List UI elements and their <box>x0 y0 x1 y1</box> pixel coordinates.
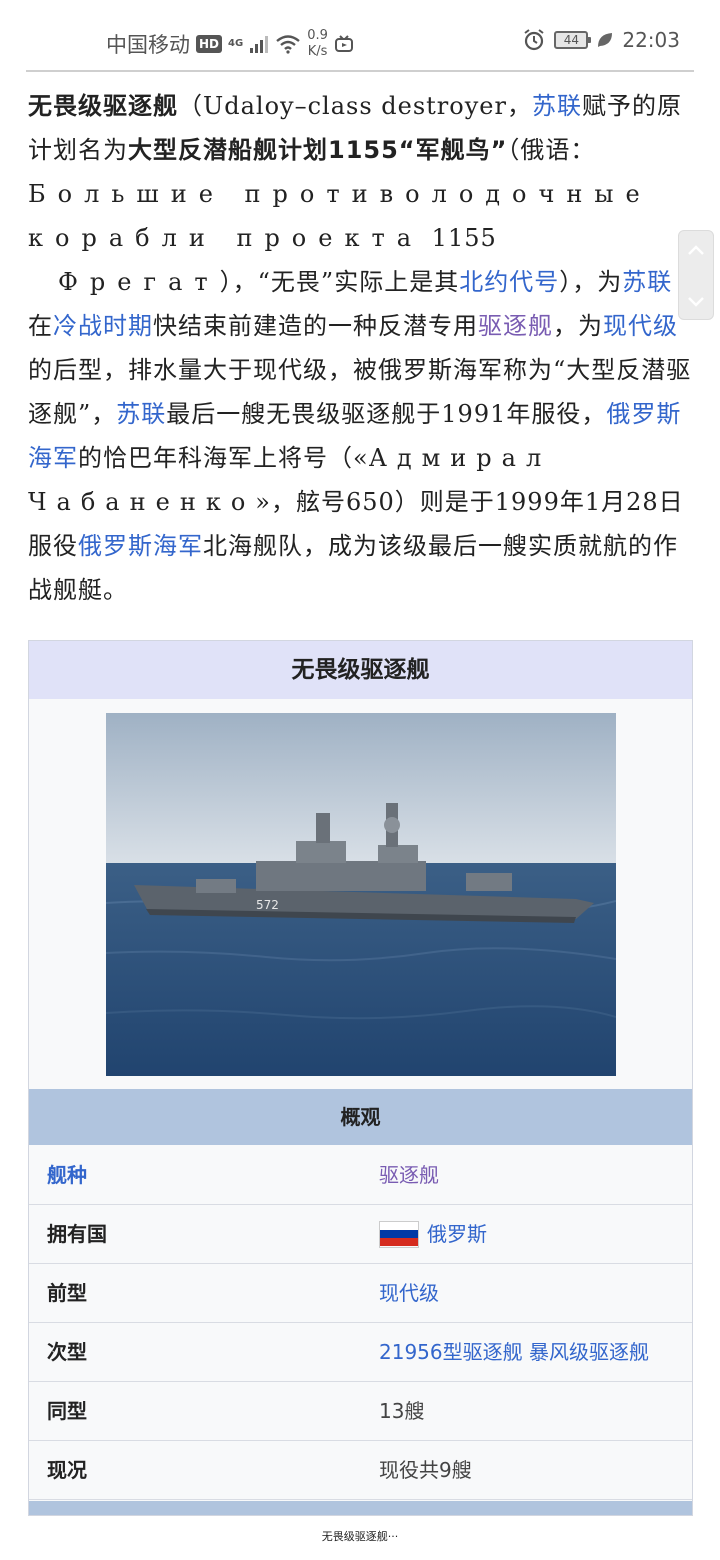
text-seg7: 快结束前建造的一种反潜专用 <box>153 312 478 340</box>
flag-stripe-white <box>380 1221 418 1230</box>
speed-value: 0.9 <box>307 28 328 43</box>
russia-flag-icon <box>379 1220 419 1248</box>
text-seg5: ），为 <box>559 268 623 296</box>
infobox-row-sister-ships: 同型 13艘 <box>29 1382 692 1441</box>
row-value-sister-ships: 13艘 <box>379 1399 425 1423</box>
row-value-owner[interactable]: 俄罗斯 <box>427 1205 487 1263</box>
row-value-owner-wrap: 俄罗斯 <box>379 1205 487 1263</box>
row-label-owner: 拥有国 <box>47 1222 107 1246</box>
ship-photo[interactable]: 572 <box>106 713 616 1076</box>
link-sulian[interactable]: 苏联 <box>622 268 672 296</box>
text-seg3: （俄语： <box>507 136 596 164</box>
alarm-icon <box>524 29 544 51</box>
text-seg6: 在 <box>28 312 53 340</box>
chevron-up-icon[interactable] <box>687 241 705 259</box>
row-value-successor[interactable]: 21956型驱逐舰 暴风级驱逐舰 <box>379 1323 649 1381</box>
link-sulian[interactable]: 苏联 <box>532 92 582 120</box>
bottom-page-caption: 无畏级驱逐舰··· <box>321 1530 399 1543</box>
network-speed: 0.9 K/s <box>307 28 328 60</box>
text-seg11: 的恰巴年科海军上将号（« <box>78 444 369 472</box>
row-value-type[interactable]: 驱逐舰 <box>379 1146 439 1204</box>
article-title-term: 无畏级驱逐舰 <box>28 92 178 120</box>
infobox-row-status: 现况 现役共9艘 <box>29 1441 692 1500</box>
row-value-type-wrap: 驱逐舰 <box>379 1146 439 1204</box>
article-intro: 无畏级驱逐舰（Udaloy–class destroyer，苏联赋予的原计划名为… <box>28 84 692 612</box>
link-sovremenny-class[interactable]: 现代级 <box>603 312 678 340</box>
header-divider <box>26 70 694 72</box>
link-destroyer[interactable]: 驱逐舰 <box>478 312 553 340</box>
wifi-icon <box>276 35 300 54</box>
network-type: 4G <box>228 38 244 49</box>
infobox-row-type: 舰种 驱逐舰 <box>29 1146 692 1205</box>
row-value-status: 现役共9艘 <box>379 1458 472 1482</box>
flag-stripe-blue <box>380 1229 418 1239</box>
russian-project-number: 1155 <box>423 224 497 252</box>
infobox-row-successor: 次型 21956型驱逐舰 暴风级驱逐舰 <box>29 1323 692 1382</box>
infobox: 无畏级驱逐舰 572 概观 舰种 驱逐舰 拥有国 俄罗斯 前型 现代级 次型 2… <box>28 640 693 1516</box>
row-label-status: 现况 <box>47 1458 87 1482</box>
flag-stripe-red <box>380 1238 418 1247</box>
signal-icon <box>250 36 269 53</box>
infobox-next-section-bar <box>29 1501 692 1515</box>
status-left: 中国移动 HD 4G 0.9 K/s <box>106 28 354 60</box>
row-label-successor: 次型 <box>47 1340 87 1364</box>
leaf-icon <box>598 33 613 47</box>
row-label-sister-ships: 同型 <box>47 1399 87 1423</box>
text-seg1: （Udaloy–class destroyer， <box>178 92 532 120</box>
scroll-widget[interactable] <box>678 230 714 320</box>
row-value-predecessor[interactable]: 现代级 <box>379 1264 439 1322</box>
chevron-down-icon[interactable] <box>687 293 705 311</box>
row-label-predecessor: 前型 <box>47 1281 87 1305</box>
hull-number-text: 572 <box>256 898 279 912</box>
row-value-successor-wrap: 21956型驱逐舰 暴风级驱逐舰 <box>379 1323 649 1381</box>
russian-name-line2: корабли проекта <box>28 224 424 252</box>
russian-name-line3: Фрегат <box>58 268 220 296</box>
row-value-predecessor-wrap: 现代级 <box>379 1264 439 1322</box>
status-right: 44 22:03 <box>522 28 680 52</box>
link-nato-codename[interactable]: 北约代号 <box>459 268 559 296</box>
hd-badge: HD <box>196 35 223 53</box>
text-seg8: ，为 <box>553 312 603 340</box>
speed-unit: K/s <box>307 44 328 59</box>
link-sulian[interactable]: 苏联 <box>116 400 166 428</box>
text-seg10: 最后一艘无畏级驱逐舰于1991年服役， <box>166 400 607 428</box>
link-russian-navy[interactable]: 俄罗斯海军 <box>78 532 203 560</box>
text-seg4: ），“无畏”实际上是其 <box>219 268 460 296</box>
battery-level: 44 <box>563 33 579 47</box>
media-notification-icon <box>334 35 353 52</box>
battery-icon: 44 <box>554 31 592 49</box>
infobox-row-owner: 拥有国 俄罗斯 <box>29 1205 692 1264</box>
link-cold-war[interactable]: 冷战时期 <box>53 312 153 340</box>
infobox-rows: 舰种 驱逐舰 拥有国 俄罗斯 前型 现代级 次型 21956型驱逐舰 暴风级驱逐… <box>29 1146 692 1500</box>
infobox-section-overview: 概观 <box>29 1089 692 1145</box>
row-label-type[interactable]: 舰种 <box>47 1146 87 1204</box>
infobox-row-predecessor: 前型 现代级 <box>29 1264 692 1323</box>
project-name: 大型反潜船舰计划1155“军舰鸟” <box>128 136 508 164</box>
clock-time: 22:03 <box>622 28 680 52</box>
carrier-name: 中国移动 <box>106 33 190 57</box>
russian-name-line1: Большие противолодочные <box>28 180 652 208</box>
infobox-title: 无畏级驱逐舰 <box>29 641 692 699</box>
